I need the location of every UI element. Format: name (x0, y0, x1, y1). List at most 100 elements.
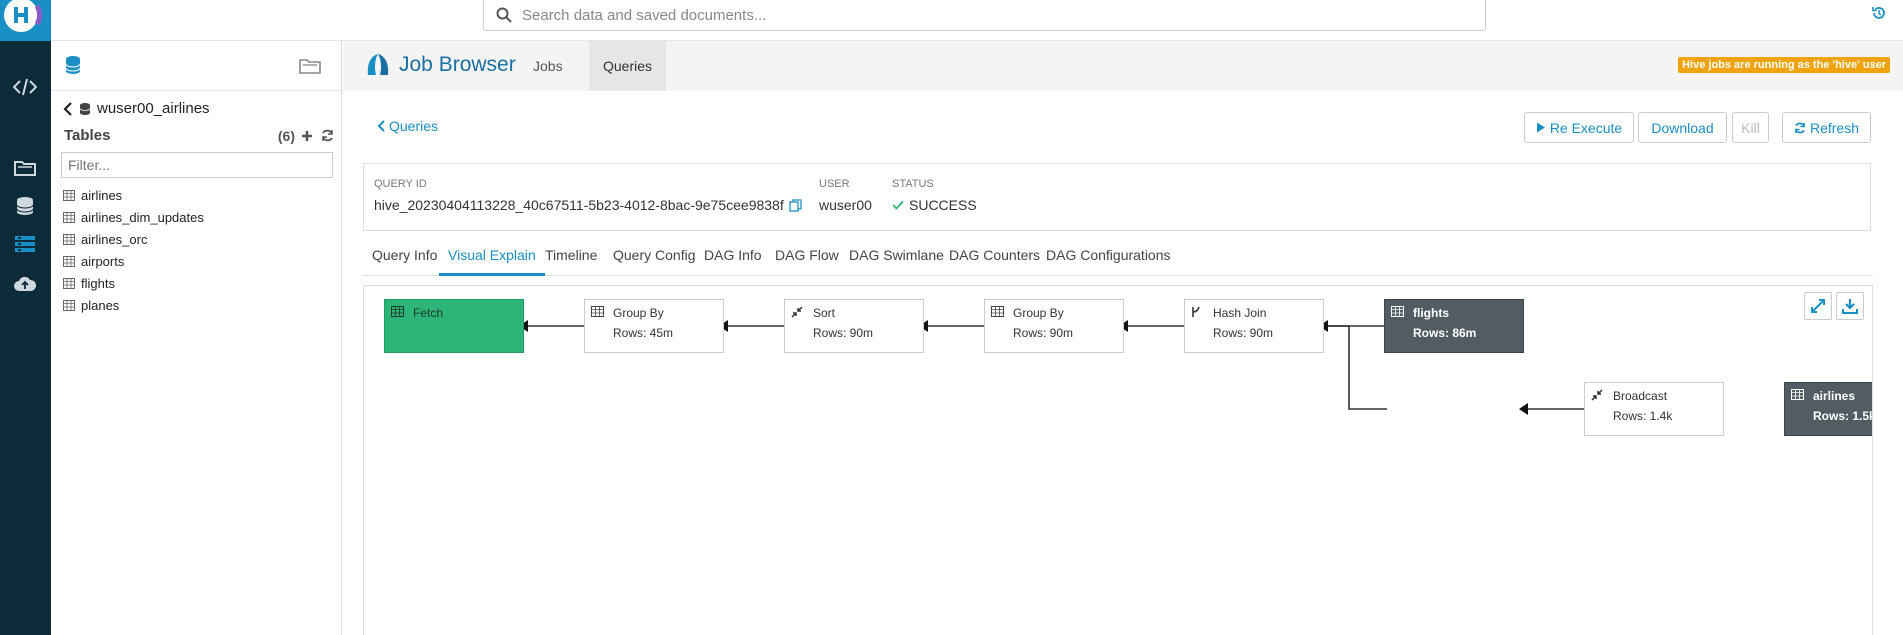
plan-node-group-by[interactable]: Group By Rows: 45m (584, 299, 724, 353)
node-title: Group By (1013, 306, 1064, 320)
tab-dag-swimlane[interactable]: DAG Swimlane (840, 238, 953, 276)
table-icon (63, 277, 75, 289)
tables-count: (6) (277, 127, 295, 144)
user-value: wuser00 (819, 197, 872, 213)
table-icon (63, 233, 75, 245)
refresh-icon (1794, 122, 1806, 134)
table-item[interactable]: airlines_orc (63, 228, 204, 250)
tables-label: Tables (64, 127, 111, 144)
user-label: USER (819, 178, 850, 190)
top-bar (51, 0, 1903, 41)
database-breadcrumb[interactable]: wuser00_airlines (63, 100, 210, 117)
tab-jobs[interactable]: Jobs (519, 41, 577, 91)
table-name: airports (81, 253, 125, 269)
table-name: airlines_orc (81, 231, 148, 247)
search-input[interactable] (520, 5, 1470, 25)
table-icon (391, 306, 404, 317)
kill-button[interactable]: Kill (1732, 112, 1769, 143)
plus-icon[interactable] (301, 130, 313, 142)
node-title: Group By (613, 306, 664, 320)
copy-icon[interactable] (789, 198, 802, 212)
status-value: SUCCESS (909, 197, 977, 213)
node-title: flights (1413, 306, 1449, 320)
check-icon (892, 200, 904, 210)
plan-node-group-by[interactable]: Group By Rows: 90m (984, 299, 1124, 353)
table-icon (63, 255, 75, 267)
history-icon[interactable] (1871, 5, 1887, 21)
plan-node-sort[interactable]: Sort Rows: 90m (784, 299, 924, 353)
plan-node-airlines[interactable]: airlines Rows: 1.5k (1784, 382, 1873, 436)
tab-dag-counters[interactable]: DAG Counters (940, 238, 1049, 276)
compress-icon (791, 306, 803, 318)
chevron-left-icon[interactable] (63, 101, 73, 116)
node-title: Fetch (413, 306, 444, 320)
table-icon (591, 306, 604, 317)
tab-dag-configurations[interactable]: DAG Configurations (1037, 238, 1180, 276)
chevron-left-icon (377, 120, 385, 132)
table-item[interactable]: flights (63, 272, 204, 294)
query-info-box: QUERY ID hive_20230404113228_40c67511-5b… (363, 163, 1871, 231)
table-item[interactable]: airports (63, 250, 204, 272)
table-icon (63, 211, 75, 223)
plan-node-hash-join[interactable]: Hash Join Rows: 90m (1184, 299, 1324, 353)
fullscreen-button[interactable] (1804, 292, 1832, 320)
page-title-text: Job Browser (399, 53, 516, 76)
node-rows: Rows: 45m (613, 326, 674, 340)
hive-logo-icon (365, 53, 391, 77)
table-name: planes (81, 297, 120, 313)
table-item[interactable]: planes (63, 294, 204, 316)
re-execute-button[interactable]: Re Execute (1524, 112, 1634, 143)
table-filter-input[interactable] (61, 152, 333, 178)
database-name: wuser00_airlines (97, 100, 210, 117)
tables-header: Tables (6) (64, 127, 334, 144)
download-label: Download (1651, 119, 1714, 136)
main-content: Job Browser Jobs Queries Hive jobs are r… (343, 41, 1903, 635)
tab-visual-explain[interactable]: Visual Explain (439, 238, 545, 276)
database-icon[interactable] (11, 192, 39, 220)
query-id-label: QUERY ID (374, 178, 427, 190)
refresh-button[interactable]: Refresh (1782, 112, 1871, 143)
status-label: STATUS (892, 178, 934, 190)
table-name: airlines (81, 187, 123, 203)
status-field: STATUS SUCCESS (892, 178, 977, 213)
tab-timeline[interactable]: Timeline (536, 238, 606, 276)
tab-query-info[interactable]: Query Info (363, 238, 446, 276)
node-rows: Rows: 1.5k (1813, 409, 1873, 423)
query-id-value: hive_20230404113228_40c67511-5b23-4012-8… (374, 197, 784, 213)
download-plan-button[interactable] (1836, 292, 1864, 320)
node-title: Hash Join (1213, 306, 1267, 320)
visual-explain-canvas[interactable]: Fetch Group By Rows: 45m Sort Rows: 90m … (363, 285, 1873, 635)
hue-logo[interactable] (0, 0, 51, 41)
table-icon (63, 189, 75, 201)
expand-icon (1810, 298, 1826, 314)
code-editor-icon[interactable] (11, 73, 39, 101)
back-to-queries-link[interactable]: Queries (377, 118, 438, 134)
table-icon (63, 299, 75, 311)
import-cloud-icon[interactable] (11, 270, 39, 298)
documents-icon[interactable] (11, 153, 39, 181)
table-item[interactable]: airlines (63, 184, 204, 206)
documents-icon[interactable] (299, 56, 321, 74)
user-field: USER wuser00 (819, 178, 872, 213)
refresh-icon[interactable] (321, 129, 334, 142)
join-icon (1191, 306, 1201, 318)
database-icon[interactable] (65, 55, 81, 75)
table-icon (1391, 306, 1404, 317)
tab-query-config[interactable]: Query Config (604, 238, 704, 276)
hive-user-badge: Hive jobs are running as the 'hive' user (1678, 57, 1890, 73)
assist-panel: wuser00_airlines Tables (6) airlines air… (51, 41, 342, 635)
job-browser-icon[interactable] (11, 230, 39, 258)
plan-node-flights[interactable]: flights Rows: 86m (1384, 299, 1524, 353)
table-name: airlines_dim_updates (81, 209, 204, 225)
plan-node-broadcast[interactable]: Broadcast Rows: 1.4k (1584, 382, 1724, 436)
tab-dag-flow[interactable]: DAG Flow (766, 238, 848, 276)
app-rail (0, 0, 51, 635)
table-icon (991, 306, 1004, 317)
table-item[interactable]: airlines_dim_updates (63, 206, 204, 228)
global-search[interactable] (483, 0, 1486, 31)
node-rows: Rows: 90m (1213, 326, 1274, 340)
tab-queries[interactable]: Queries (589, 41, 667, 91)
plan-node-fetch[interactable]: Fetch (384, 299, 524, 353)
tab-dag-info[interactable]: DAG Info (695, 238, 771, 276)
download-button[interactable]: Download (1638, 112, 1727, 143)
